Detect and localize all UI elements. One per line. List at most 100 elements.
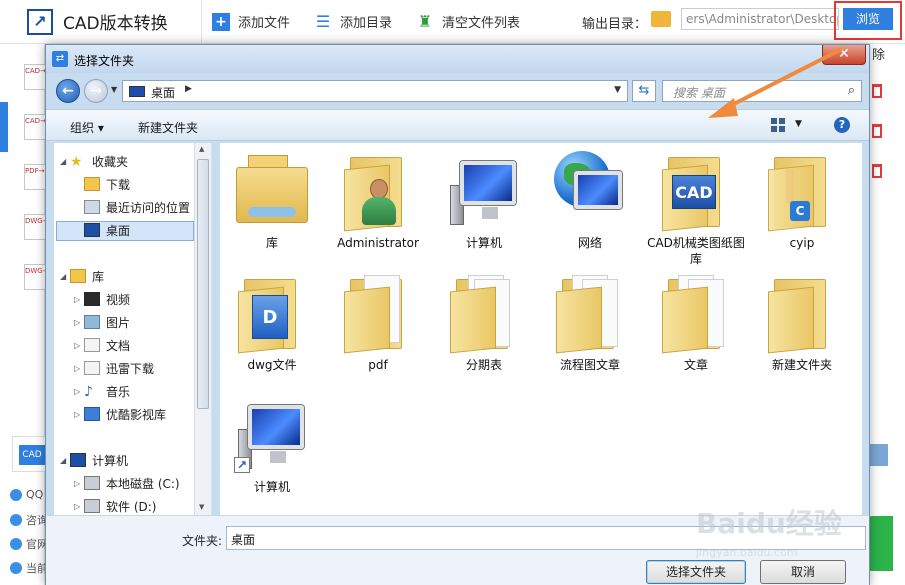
network-icon bbox=[552, 151, 628, 231]
nav-libraries[interactable]: ◢ 库 bbox=[60, 266, 104, 286]
dropdown-icon[interactable] bbox=[868, 444, 888, 466]
scroll-down-icon[interactable]: ▼ bbox=[199, 503, 204, 511]
nav-item-music[interactable]: ▷ ♪ 音乐 bbox=[74, 381, 130, 401]
library-icon bbox=[70, 269, 86, 283]
breadcrumb-arrow-icon[interactable]: ▶ bbox=[185, 84, 192, 94]
browse-highlight-box bbox=[834, 1, 902, 40]
sidebar-item-dwg-dxf[interactable]: DWG→DXF bbox=[24, 214, 63, 240]
add-directory-button[interactable]: ☰ 添加目录 bbox=[314, 12, 392, 31]
desktop-icon bbox=[129, 86, 145, 97]
star-icon: ★ bbox=[70, 154, 83, 170]
scrollbar-thumb[interactable] bbox=[197, 159, 209, 409]
sidebar-link-current[interactable]: 当前 bbox=[10, 560, 48, 576]
video-icon bbox=[84, 292, 100, 306]
list-item[interactable]: 文章 bbox=[646, 273, 746, 373]
sidebar-item-dwg-dwf[interactable]: DWG→DWF bbox=[24, 264, 65, 290]
documents-icon bbox=[84, 338, 100, 352]
organize-menu[interactable]: 组织 ▾ bbox=[70, 119, 104, 136]
sidebar-link-qq[interactable]: QQ bbox=[10, 488, 43, 501]
navigation-pane: ◢ ★ 收藏夹 下载 最近访问的位置 桌面 ◢ 库 ▷ 视频 ▷ 图片 ▷ 文档 ▷ 迅雷下载… bbox=[54, 143, 212, 515]
dialog-title: 选择文件夹 bbox=[74, 54, 135, 68]
trash-icon[interactable] bbox=[872, 84, 882, 98]
output-directory-input[interactable]: ers\Administrator\Desktop bbox=[681, 8, 839, 30]
address-bar[interactable]: 桌面 ▶ ▼ bbox=[122, 80, 628, 102]
list-item[interactable]: Administrator bbox=[328, 151, 428, 251]
nav-item-documents[interactable]: ▷ 文档 bbox=[74, 335, 130, 355]
list-item[interactable]: C cyip bbox=[752, 151, 852, 251]
folder-icon bbox=[552, 273, 628, 354]
nav-drive-c[interactable]: ▷ 本地磁盘 (C:) bbox=[74, 473, 180, 493]
nav-item-youku[interactable]: ▷ 优酷影视库 bbox=[74, 404, 166, 424]
pictures-icon bbox=[84, 315, 100, 329]
list-item[interactable]: 新建文件夹 bbox=[752, 273, 852, 373]
nav-item-desktop[interactable]: 桌面 bbox=[84, 220, 130, 240]
nav-favorites[interactable]: ◢ ★ 收藏夹 bbox=[60, 151, 128, 171]
back-button[interactable]: ← bbox=[56, 79, 80, 103]
forward-button[interactable]: → bbox=[84, 79, 108, 103]
clear-list-label: 清空文件列表 bbox=[442, 16, 521, 31]
history-dropdown-icon[interactable]: ▼ bbox=[111, 85, 117, 94]
recent-places-icon bbox=[84, 200, 100, 214]
list-item[interactable]: 库 bbox=[222, 151, 322, 251]
address-text: 桌面 bbox=[151, 86, 176, 100]
sidebar-active-indicator bbox=[0, 102, 8, 152]
list-item[interactable]: 流程图文章 bbox=[540, 273, 640, 373]
drive-icon bbox=[84, 476, 100, 490]
folder-icon: C bbox=[764, 151, 840, 232]
address-dropdown-icon[interactable]: ▼ bbox=[614, 85, 621, 95]
sidebar-item-cad-cad[interactable]: CAD→CAD bbox=[24, 114, 61, 140]
info-icon bbox=[10, 562, 22, 574]
list-item[interactable]: 分期表 bbox=[434, 273, 534, 373]
drive-icon bbox=[84, 499, 100, 513]
nav-item-recent[interactable]: 最近访问的位置 bbox=[84, 197, 190, 217]
nav-item-downloads[interactable]: 下载 bbox=[84, 174, 130, 194]
navigation-scrollbar[interactable]: ▲ ▼ bbox=[194, 143, 211, 515]
list-item[interactable]: D dwg文件 bbox=[222, 273, 322, 373]
list-item[interactable]: 计算机 bbox=[434, 151, 534, 251]
new-folder-button[interactable]: 新建文件夹 bbox=[138, 119, 198, 136]
app-logo-icon: ↗ bbox=[27, 8, 53, 35]
list-icon: ☰ bbox=[315, 12, 331, 31]
nav-computer[interactable]: ◢ 计算机 bbox=[60, 450, 128, 470]
computer-shortcut-icon: ↗ bbox=[234, 395, 310, 475]
user-folder-icon bbox=[340, 151, 416, 232]
plus-icon: + bbox=[212, 12, 230, 31]
downloads-icon bbox=[84, 177, 100, 191]
add-directory-label: 添加目录 bbox=[340, 16, 393, 31]
scroll-up-icon[interactable]: ▲ bbox=[199, 145, 204, 153]
app-logo: ↗ CAD版本转换 bbox=[0, 0, 202, 44]
shortcut-arrow-icon: ↗ bbox=[234, 457, 250, 473]
folder-icon bbox=[658, 273, 734, 354]
list-item[interactable]: ↗ 计算机 bbox=[222, 395, 322, 495]
folder-icon bbox=[764, 273, 840, 354]
app-title: CAD版本转换 bbox=[63, 14, 168, 34]
nav-item-videos[interactable]: ▷ 视频 bbox=[74, 289, 130, 309]
list-item[interactable]: 网络 bbox=[540, 151, 640, 251]
list-item[interactable]: CAD CAD机械类图纸图库 bbox=[646, 151, 746, 267]
output-directory-label: 输出目录： bbox=[582, 17, 648, 32]
nav-item-thunder-downloads[interactable]: ▷ 迅雷下载 bbox=[74, 358, 154, 378]
clear-list-button[interactable]: ♜ 清空文件列表 bbox=[416, 12, 520, 31]
computer-icon bbox=[70, 453, 86, 467]
list-item[interactable]: pdf bbox=[328, 273, 428, 373]
trash-icon[interactable] bbox=[872, 164, 882, 178]
folder-icon bbox=[651, 11, 671, 27]
dwg-folder-icon: D bbox=[234, 273, 310, 354]
add-file-button[interactable]: + 添加文件 bbox=[212, 12, 290, 31]
cad-badge: CAD bbox=[12, 436, 46, 472]
folder-content-area: 库 Administrator 计算机 网络 CAD CAD机械类图纸图库 C … bbox=[220, 143, 862, 515]
user-icon bbox=[10, 514, 22, 526]
trash-icon[interactable] bbox=[872, 124, 882, 138]
app-sidebar: CAD→PDF CAD→CAD PDF→CAD DWG→DXF DWG→DWF bbox=[0, 44, 65, 585]
ie-icon bbox=[10, 538, 22, 550]
sidebar-link-consult[interactable]: 咨询 bbox=[10, 512, 48, 528]
sidebar-link-website[interactable]: 官网 bbox=[10, 536, 48, 552]
sidebar-item-cad-pdf[interactable]: CAD→PDF bbox=[24, 64, 60, 90]
nav-drive-d[interactable]: ▷ 软件 (D:) bbox=[74, 496, 156, 515]
refresh-button[interactable]: ⇆ bbox=[632, 80, 656, 102]
sidebar-item-pdf-cad[interactable]: PDF→CAD bbox=[24, 164, 60, 190]
nav-item-pictures[interactable]: ▷ 图片 bbox=[74, 312, 130, 332]
convert-button[interactable] bbox=[868, 516, 893, 571]
add-file-label: 添加文件 bbox=[238, 16, 291, 31]
folder-field-label: 文件夹: bbox=[182, 534, 223, 548]
